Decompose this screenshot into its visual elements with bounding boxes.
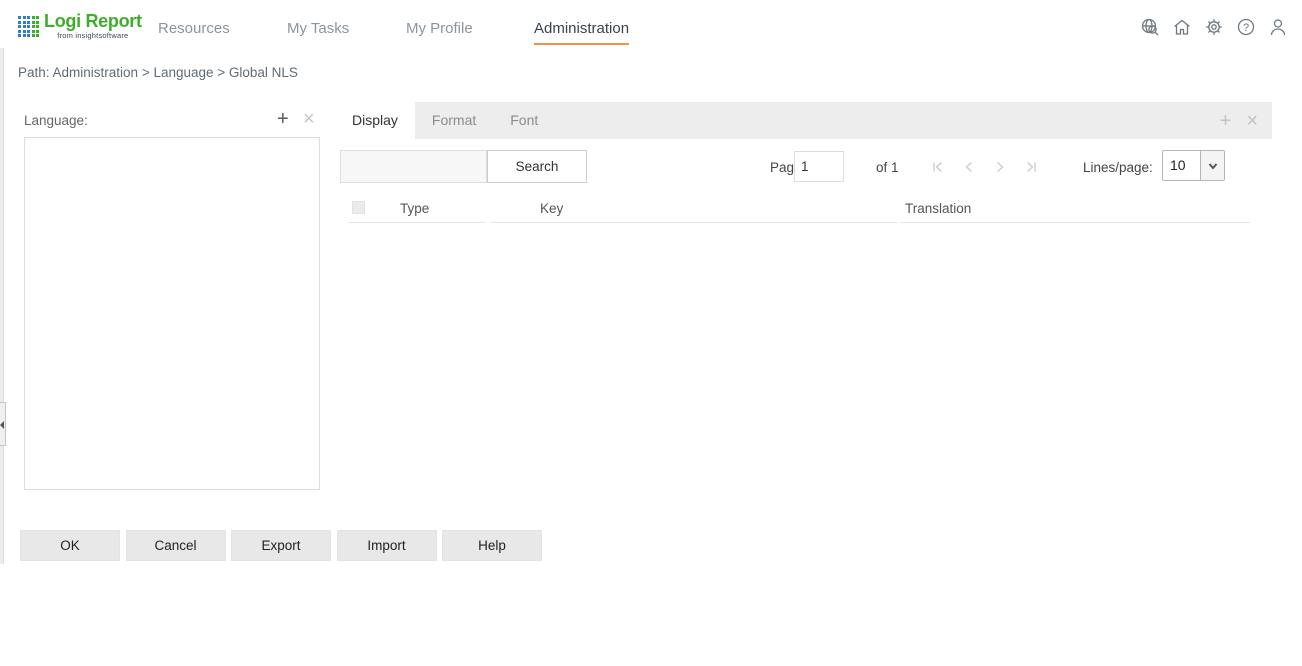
left-edge-strip bbox=[0, 48, 4, 564]
nls-tab-bar: Display Format Font + × bbox=[335, 102, 1272, 139]
column-header-type: Type bbox=[400, 201, 429, 216]
help-button[interactable]: Help bbox=[442, 530, 542, 561]
global-search-icon[interactable] bbox=[1140, 17, 1160, 37]
tab-font[interactable]: Font bbox=[493, 102, 555, 139]
nav-item-resources[interactable]: Resources bbox=[158, 20, 230, 37]
nav-item-my-tasks[interactable]: My Tasks bbox=[287, 20, 349, 37]
footer-button-bar: OK Cancel Export Import Help bbox=[20, 530, 542, 561]
ok-button[interactable]: OK bbox=[20, 530, 120, 561]
import-button[interactable]: Import bbox=[337, 530, 437, 561]
app-header: Logi Report from insightsoftware Resourc… bbox=[0, 0, 1302, 56]
tab-display[interactable]: Display bbox=[335, 102, 415, 139]
cancel-button[interactable]: Cancel bbox=[126, 530, 226, 561]
column-header-translation: Translation bbox=[905, 201, 971, 216]
search-input[interactable] bbox=[340, 150, 487, 183]
select-all-checkbox[interactable] bbox=[352, 201, 365, 214]
breadcrumb: Path: Administration > Language > Global… bbox=[18, 65, 298, 80]
page-total-label: of 1 bbox=[876, 160, 899, 175]
language-list[interactable] bbox=[24, 137, 320, 490]
logi-report-logo[interactable]: Logi Report from insightsoftware bbox=[18, 11, 142, 40]
help-icon[interactable]: ? bbox=[1236, 17, 1256, 37]
remove-language-icon[interactable]: × bbox=[303, 110, 315, 128]
pagination-controls bbox=[930, 159, 1039, 175]
logi-waffle-icon bbox=[18, 16, 39, 37]
table-header-divider bbox=[348, 222, 486, 223]
lines-per-page-label: Lines/page: bbox=[1083, 160, 1153, 175]
panel-collapse-handle[interactable] bbox=[0, 402, 6, 446]
user-profile-icon[interactable] bbox=[1268, 17, 1288, 37]
last-page-icon[interactable] bbox=[1023, 159, 1039, 175]
tab-format[interactable]: Format bbox=[415, 102, 493, 139]
page-number-input[interactable] bbox=[794, 151, 844, 182]
lines-per-page-value: 10 bbox=[1163, 151, 1200, 180]
table-header-divider bbox=[490, 222, 897, 223]
home-icon[interactable] bbox=[1172, 17, 1192, 37]
export-button[interactable]: Export bbox=[231, 530, 331, 561]
table-header-divider bbox=[901, 222, 1250, 223]
nav-item-administration[interactable]: Administration bbox=[534, 20, 629, 45]
add-language-icon[interactable]: + bbox=[277, 110, 289, 128]
next-page-icon[interactable] bbox=[992, 159, 1008, 175]
brand-tagline: from insightsoftware bbox=[44, 31, 142, 40]
settings-gear-icon[interactable] bbox=[1204, 17, 1224, 37]
brand-name: Logi Report bbox=[44, 11, 142, 31]
svg-text:?: ? bbox=[1243, 22, 1249, 34]
header-icon-group: ? bbox=[1140, 17, 1288, 37]
lines-per-page-select[interactable]: 10 bbox=[1162, 150, 1225, 181]
search-button[interactable]: Search bbox=[487, 150, 587, 183]
add-icon[interactable]: + bbox=[1220, 111, 1232, 131]
column-header-key: Key bbox=[540, 201, 563, 216]
chevron-down-icon bbox=[1200, 151, 1224, 180]
close-icon[interactable]: × bbox=[1246, 111, 1258, 131]
first-page-icon[interactable] bbox=[930, 159, 946, 175]
nav-item-my-profile[interactable]: My Profile bbox=[406, 20, 473, 37]
previous-page-icon[interactable] bbox=[961, 159, 977, 175]
language-label: Language: bbox=[24, 113, 88, 128]
